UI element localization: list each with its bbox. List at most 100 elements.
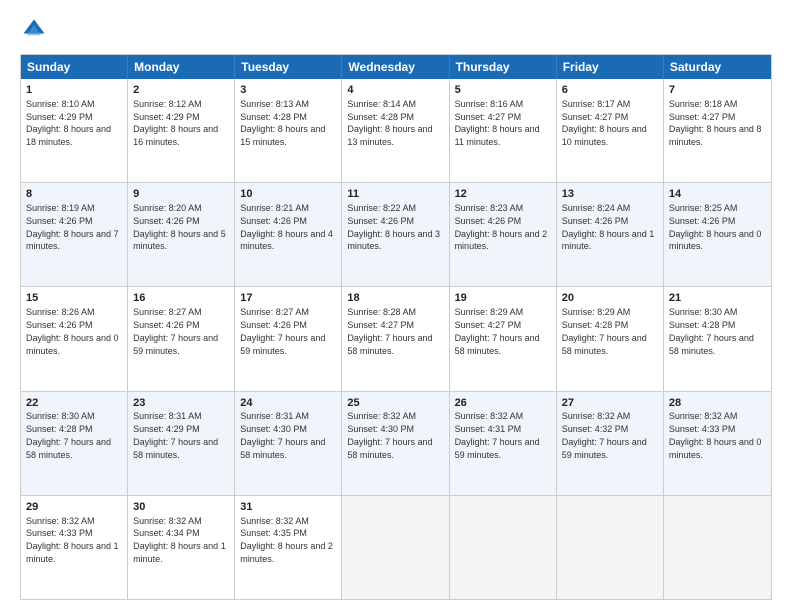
day-number: 7 [669, 83, 766, 98]
day-cell-24: 24Sunrise: 8:31 AMSunset: 4:30 PMDayligh… [235, 392, 342, 495]
cell-info: Sunrise: 8:16 AMSunset: 4:27 PMDaylight:… [455, 99, 540, 147]
day-number: 18 [347, 291, 443, 306]
calendar-row-0: 1Sunrise: 8:10 AMSunset: 4:29 PMDaylight… [21, 79, 771, 182]
cell-info: Sunrise: 8:32 AMSunset: 4:34 PMDaylight:… [133, 516, 226, 564]
day-cell-25: 25Sunrise: 8:32 AMSunset: 4:30 PMDayligh… [342, 392, 449, 495]
cell-info: Sunrise: 8:22 AMSunset: 4:26 PMDaylight:… [347, 203, 440, 251]
logo-icon [20, 16, 48, 44]
calendar-row-1: 8Sunrise: 8:19 AMSunset: 4:26 PMDaylight… [21, 182, 771, 286]
day-number: 23 [133, 396, 229, 411]
day-cell-30: 30Sunrise: 8:32 AMSunset: 4:34 PMDayligh… [128, 496, 235, 599]
day-number: 1 [26, 83, 122, 98]
day-number: 5 [455, 83, 551, 98]
day-number: 25 [347, 396, 443, 411]
day-cell-17: 17Sunrise: 8:27 AMSunset: 4:26 PMDayligh… [235, 287, 342, 390]
cell-info: Sunrise: 8:13 AMSunset: 4:28 PMDaylight:… [240, 99, 325, 147]
day-number: 11 [347, 187, 443, 202]
day-cell-11: 11Sunrise: 8:22 AMSunset: 4:26 PMDayligh… [342, 183, 449, 286]
cell-info: Sunrise: 8:23 AMSunset: 4:26 PMDaylight:… [455, 203, 548, 251]
cell-info: Sunrise: 8:32 AMSunset: 4:31 PMDaylight:… [455, 411, 540, 459]
empty-cell-r4c6 [664, 496, 771, 599]
day-number: 13 [562, 187, 658, 202]
empty-cell-r4c3 [342, 496, 449, 599]
day-number: 29 [26, 500, 122, 515]
header-day-tuesday: Tuesday [235, 55, 342, 79]
day-number: 6 [562, 83, 658, 98]
cell-info: Sunrise: 8:31 AMSunset: 4:29 PMDaylight:… [133, 411, 218, 459]
cell-info: Sunrise: 8:12 AMSunset: 4:29 PMDaylight:… [133, 99, 218, 147]
day-cell-26: 26Sunrise: 8:32 AMSunset: 4:31 PMDayligh… [450, 392, 557, 495]
day-number: 22 [26, 396, 122, 411]
cell-info: Sunrise: 8:17 AMSunset: 4:27 PMDaylight:… [562, 99, 647, 147]
day-cell-28: 28Sunrise: 8:32 AMSunset: 4:33 PMDayligh… [664, 392, 771, 495]
cell-info: Sunrise: 8:30 AMSunset: 4:28 PMDaylight:… [669, 307, 754, 355]
calendar-row-4: 29Sunrise: 8:32 AMSunset: 4:33 PMDayligh… [21, 495, 771, 599]
header-day-thursday: Thursday [450, 55, 557, 79]
header-day-monday: Monday [128, 55, 235, 79]
day-cell-27: 27Sunrise: 8:32 AMSunset: 4:32 PMDayligh… [557, 392, 664, 495]
day-number: 4 [347, 83, 443, 98]
day-cell-21: 21Sunrise: 8:30 AMSunset: 4:28 PMDayligh… [664, 287, 771, 390]
day-number: 20 [562, 291, 658, 306]
cell-info: Sunrise: 8:32 AMSunset: 4:30 PMDaylight:… [347, 411, 432, 459]
header-day-wednesday: Wednesday [342, 55, 449, 79]
day-cell-8: 8Sunrise: 8:19 AMSunset: 4:26 PMDaylight… [21, 183, 128, 286]
empty-cell-r4c5 [557, 496, 664, 599]
cell-info: Sunrise: 8:18 AMSunset: 4:27 PMDaylight:… [669, 99, 762, 147]
cell-info: Sunrise: 8:19 AMSunset: 4:26 PMDaylight:… [26, 203, 119, 251]
cell-info: Sunrise: 8:30 AMSunset: 4:28 PMDaylight:… [26, 411, 111, 459]
cell-info: Sunrise: 8:20 AMSunset: 4:26 PMDaylight:… [133, 203, 226, 251]
day-cell-29: 29Sunrise: 8:32 AMSunset: 4:33 PMDayligh… [21, 496, 128, 599]
day-number: 15 [26, 291, 122, 306]
cell-info: Sunrise: 8:27 AMSunset: 4:26 PMDaylight:… [240, 307, 325, 355]
calendar-row-2: 15Sunrise: 8:26 AMSunset: 4:26 PMDayligh… [21, 286, 771, 390]
day-cell-12: 12Sunrise: 8:23 AMSunset: 4:26 PMDayligh… [450, 183, 557, 286]
day-cell-1: 1Sunrise: 8:10 AMSunset: 4:29 PMDaylight… [21, 79, 128, 182]
day-number: 10 [240, 187, 336, 202]
day-cell-3: 3Sunrise: 8:13 AMSunset: 4:28 PMDaylight… [235, 79, 342, 182]
day-number: 9 [133, 187, 229, 202]
day-number: 31 [240, 500, 336, 515]
cell-info: Sunrise: 8:10 AMSunset: 4:29 PMDaylight:… [26, 99, 111, 147]
cell-info: Sunrise: 8:27 AMSunset: 4:26 PMDaylight:… [133, 307, 218, 355]
day-cell-4: 4Sunrise: 8:14 AMSunset: 4:28 PMDaylight… [342, 79, 449, 182]
day-number: 30 [133, 500, 229, 515]
cell-info: Sunrise: 8:29 AMSunset: 4:28 PMDaylight:… [562, 307, 647, 355]
day-number: 27 [562, 396, 658, 411]
cell-info: Sunrise: 8:32 AMSunset: 4:32 PMDaylight:… [562, 411, 647, 459]
cell-info: Sunrise: 8:32 AMSunset: 4:33 PMDaylight:… [669, 411, 762, 459]
calendar: SundayMondayTuesdayWednesdayThursdayFrid… [20, 54, 772, 600]
day-number: 19 [455, 291, 551, 306]
day-number: 21 [669, 291, 766, 306]
day-cell-14: 14Sunrise: 8:25 AMSunset: 4:26 PMDayligh… [664, 183, 771, 286]
day-cell-7: 7Sunrise: 8:18 AMSunset: 4:27 PMDaylight… [664, 79, 771, 182]
day-cell-2: 2Sunrise: 8:12 AMSunset: 4:29 PMDaylight… [128, 79, 235, 182]
day-cell-22: 22Sunrise: 8:30 AMSunset: 4:28 PMDayligh… [21, 392, 128, 495]
cell-info: Sunrise: 8:24 AMSunset: 4:26 PMDaylight:… [562, 203, 655, 251]
day-cell-20: 20Sunrise: 8:29 AMSunset: 4:28 PMDayligh… [557, 287, 664, 390]
day-number: 2 [133, 83, 229, 98]
day-cell-31: 31Sunrise: 8:32 AMSunset: 4:35 PMDayligh… [235, 496, 342, 599]
day-cell-10: 10Sunrise: 8:21 AMSunset: 4:26 PMDayligh… [235, 183, 342, 286]
cell-info: Sunrise: 8:31 AMSunset: 4:30 PMDaylight:… [240, 411, 325, 459]
cell-info: Sunrise: 8:28 AMSunset: 4:27 PMDaylight:… [347, 307, 432, 355]
cell-info: Sunrise: 8:29 AMSunset: 4:27 PMDaylight:… [455, 307, 540, 355]
logo [20, 16, 52, 44]
day-number: 3 [240, 83, 336, 98]
day-cell-23: 23Sunrise: 8:31 AMSunset: 4:29 PMDayligh… [128, 392, 235, 495]
cell-info: Sunrise: 8:32 AMSunset: 4:33 PMDaylight:… [26, 516, 119, 564]
day-number: 28 [669, 396, 766, 411]
calendar-body: 1Sunrise: 8:10 AMSunset: 4:29 PMDaylight… [21, 79, 771, 599]
cell-info: Sunrise: 8:25 AMSunset: 4:26 PMDaylight:… [669, 203, 762, 251]
cell-info: Sunrise: 8:32 AMSunset: 4:35 PMDaylight:… [240, 516, 333, 564]
calendar-row-3: 22Sunrise: 8:30 AMSunset: 4:28 PMDayligh… [21, 391, 771, 495]
cell-info: Sunrise: 8:14 AMSunset: 4:28 PMDaylight:… [347, 99, 432, 147]
day-number: 12 [455, 187, 551, 202]
day-cell-13: 13Sunrise: 8:24 AMSunset: 4:26 PMDayligh… [557, 183, 664, 286]
day-cell-15: 15Sunrise: 8:26 AMSunset: 4:26 PMDayligh… [21, 287, 128, 390]
page: SundayMondayTuesdayWednesdayThursdayFrid… [0, 0, 792, 612]
day-number: 17 [240, 291, 336, 306]
day-cell-9: 9Sunrise: 8:20 AMSunset: 4:26 PMDaylight… [128, 183, 235, 286]
day-number: 8 [26, 187, 122, 202]
header-day-friday: Friday [557, 55, 664, 79]
